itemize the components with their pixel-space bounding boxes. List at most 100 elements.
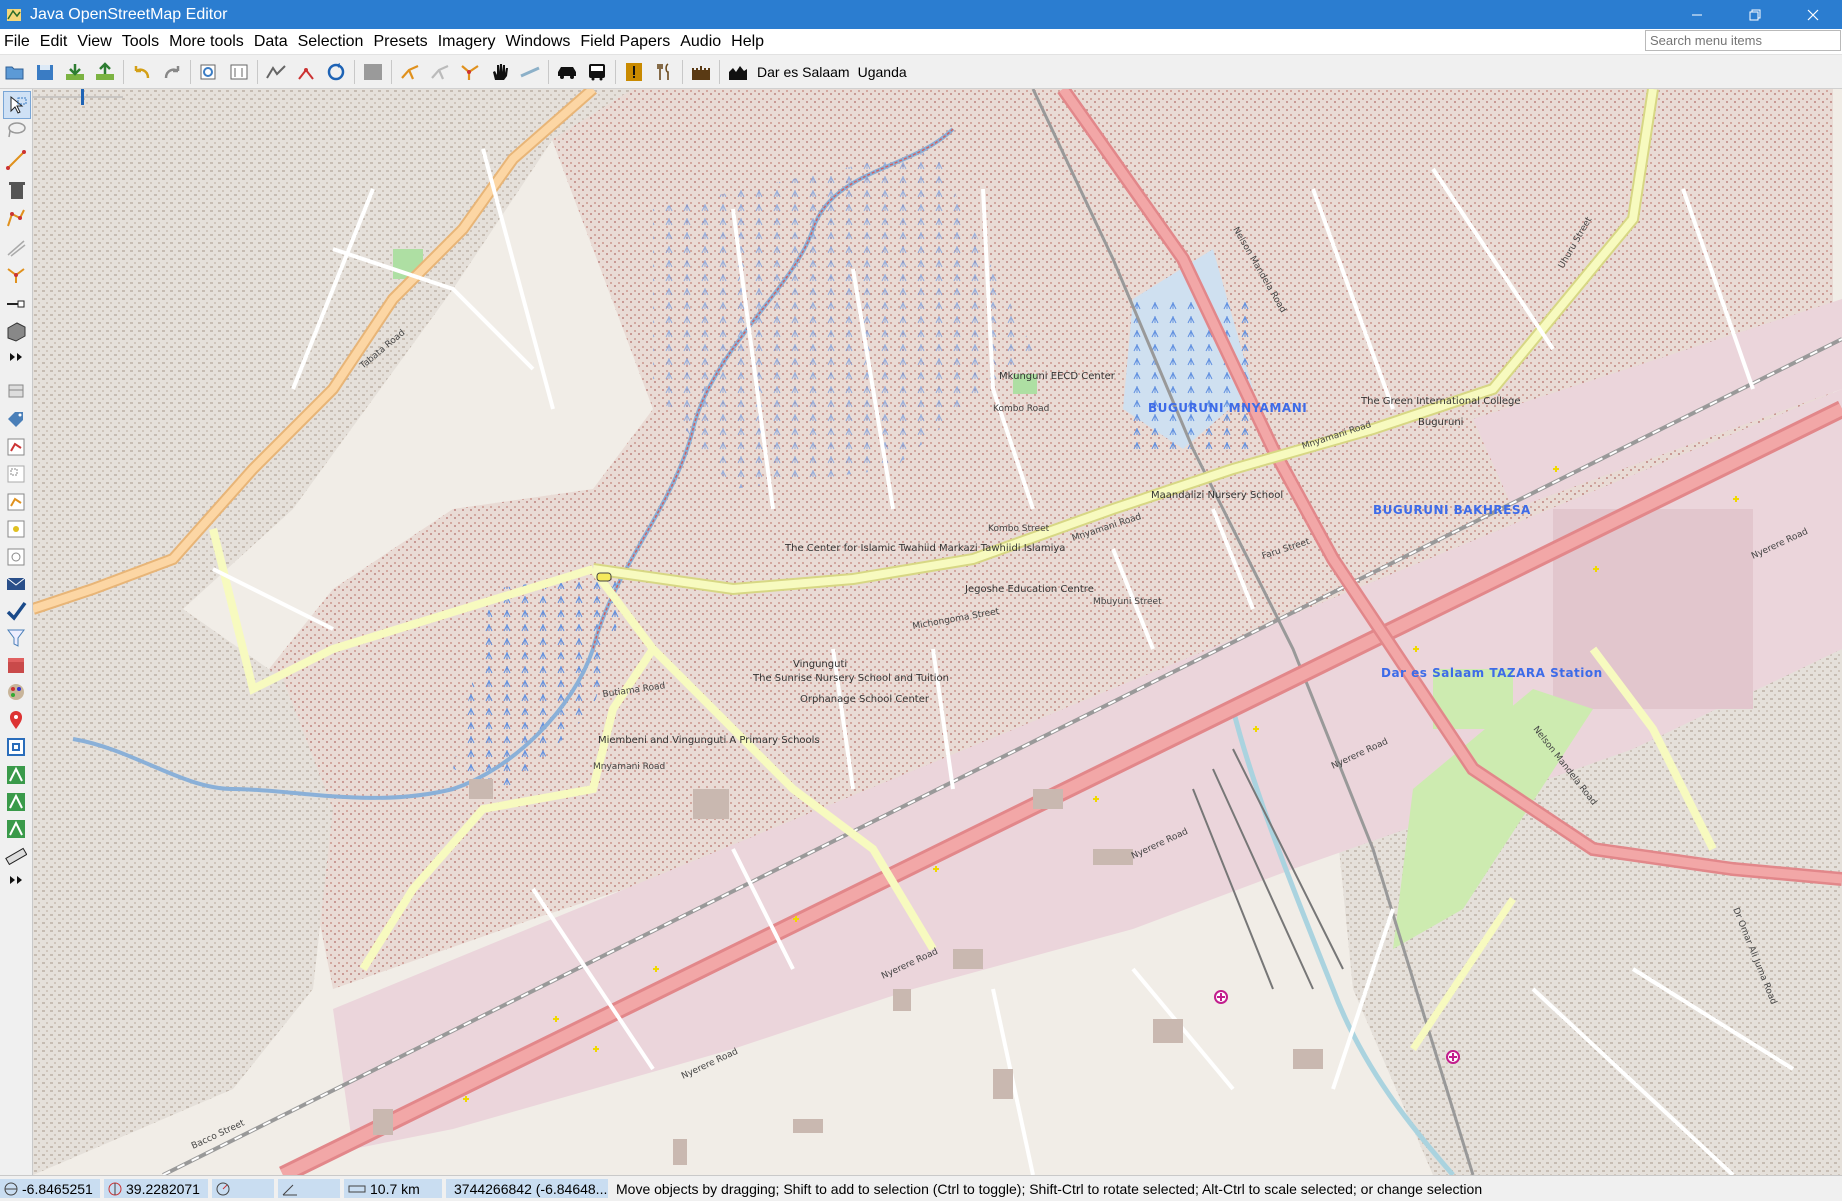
- filter-funnel-button[interactable]: [3, 625, 29, 651]
- latitude-value: -6.8465251: [22, 1180, 93, 1197]
- compass-icon: [216, 1182, 230, 1195]
- line-button[interactable]: [517, 59, 543, 85]
- menu-presets[interactable]: Presets: [368, 33, 432, 51]
- building-mode-button[interactable]: [3, 318, 29, 344]
- hand-button[interactable]: [487, 59, 513, 85]
- redo-button[interactable]: [159, 59, 185, 85]
- zoom-slider[interactable]: [33, 89, 123, 105]
- notes-toggle-button[interactable]: [3, 571, 29, 597]
- menu-tools[interactable]: Tools: [117, 33, 164, 51]
- split-way-button[interactable]: [293, 59, 319, 85]
- filter-toggle-button[interactable]: [3, 489, 29, 515]
- bookmark-dar-es-salaam[interactable]: Dar es Salaam: [757, 64, 850, 80]
- minimize-button[interactable]: [1668, 0, 1726, 29]
- join-button[interactable]: [397, 59, 423, 85]
- more-dialogs-button[interactable]: [3, 867, 29, 893]
- history-toggle-button[interactable]: [3, 516, 29, 542]
- opendata-button-3[interactable]: [3, 816, 29, 842]
- menu-selection[interactable]: Selection: [293, 33, 369, 51]
- merge-button[interactable]: [427, 59, 453, 85]
- opendata-button-2[interactable]: [3, 789, 29, 815]
- lasso-mode-button[interactable]: [3, 117, 29, 143]
- menu-field-papers[interactable]: Field Papers: [575, 33, 675, 51]
- preferences-button[interactable]: [226, 59, 252, 85]
- layers-toggle-button[interactable]: [3, 379, 29, 405]
- road-label-mbuyuni: Mbuyuni Street: [1093, 597, 1162, 607]
- parallel-icon: [7, 240, 26, 257]
- imagery-button[interactable]: [360, 59, 386, 85]
- place-label-vingunguti: Vingunguti: [793, 659, 847, 670]
- tags-toggle-button[interactable]: [3, 407, 29, 433]
- changeset-toggle-button[interactable]: [3, 652, 29, 678]
- castle-preset-button[interactable]: [688, 59, 714, 85]
- bus-preset-button[interactable]: [584, 59, 610, 85]
- download-icon: [66, 63, 84, 80]
- longitude-value: 39.2282071: [126, 1180, 200, 1197]
- split-mode-button[interactable]: [3, 262, 29, 288]
- map-pin-icon: [10, 711, 22, 729]
- menu-audio[interactable]: Audio: [675, 33, 726, 51]
- menu-windows[interactable]: Windows: [500, 33, 575, 51]
- green-map-icon: [7, 793, 25, 811]
- more-modes-button[interactable]: [3, 344, 29, 370]
- envelope-icon: [6, 577, 26, 590]
- poi-label-maandalizi: Maandalizi Nursery School: [1151, 490, 1283, 501]
- road-label-kombo: Kombo Road: [993, 404, 1049, 414]
- menu-data[interactable]: Data: [249, 33, 293, 51]
- improve-way-button[interactable]: [3, 205, 29, 231]
- parallel-way-button[interactable]: [3, 234, 29, 260]
- save-button[interactable]: [32, 59, 58, 85]
- menu-view[interactable]: View: [72, 33, 116, 51]
- zoom-slider-handle[interactable]: [81, 89, 84, 105]
- separate-button[interactable]: [457, 59, 483, 85]
- measure-button[interactable]: [3, 843, 29, 869]
- undo-button[interactable]: [129, 59, 155, 85]
- relation-icon: [7, 438, 25, 456]
- distance-field: 10.7 km: [344, 1179, 442, 1198]
- open-folder-icon: [5, 66, 24, 79]
- map-marker-button[interactable]: [3, 707, 29, 733]
- map-paint-button[interactable]: [3, 679, 29, 705]
- restaurant-preset-button[interactable]: [651, 59, 677, 85]
- station-label-tazara: Dar es Salaam TAZARA Station: [1381, 666, 1603, 680]
- download-button[interactable]: [62, 59, 88, 85]
- conflict-icon: [7, 548, 25, 566]
- delete-mode-button[interactable]: [3, 177, 29, 203]
- select-mode-button[interactable]: [3, 91, 31, 119]
- menu-help[interactable]: Help: [726, 33, 769, 51]
- imagery-icon: [364, 63, 382, 80]
- extrude-mode-button[interactable]: [3, 290, 29, 316]
- validator-toggle-button[interactable]: [3, 598, 29, 624]
- zoom-to-data-button[interactable]: [196, 59, 222, 85]
- open-file-button[interactable]: [2, 59, 28, 85]
- menu-more-tools[interactable]: More tools: [164, 33, 249, 51]
- map-canvas[interactable]: BUGURUNI MNYAMANI BUGURUNI BAKHRESA Dar …: [33, 89, 1842, 1175]
- elevation-button[interactable]: [725, 59, 751, 85]
- map-view[interactable]: BUGURUNI MNYAMANI BUGURUNI BAKHRESA Dar …: [33, 89, 1842, 1175]
- simplify-way-button[interactable]: [263, 59, 289, 85]
- mapillary-button[interactable]: [3, 734, 29, 760]
- car-preset-button[interactable]: [554, 59, 580, 85]
- restore-button[interactable]: [1726, 0, 1784, 29]
- refresh-button[interactable]: [323, 59, 349, 85]
- trash-icon: [9, 182, 25, 199]
- upload-button[interactable]: [92, 59, 118, 85]
- conflict-toggle-button[interactable]: [3, 544, 29, 570]
- menu-imagery[interactable]: Imagery: [433, 33, 501, 51]
- poi-label-orphanage: Orphanage School Center: [800, 694, 930, 705]
- selected-node[interactable]: [596, 572, 612, 582]
- menu-edit[interactable]: Edit: [35, 33, 73, 51]
- join-icon: [401, 64, 419, 79]
- bookmark-uganda[interactable]: Uganda: [858, 64, 907, 80]
- castle-icon: [692, 65, 710, 80]
- menu-search-input[interactable]: [1645, 30, 1841, 51]
- relations-toggle-button[interactable]: [3, 434, 29, 460]
- menu-file[interactable]: File: [0, 33, 35, 51]
- opendata-button-1[interactable]: [3, 762, 29, 788]
- selection-list-button[interactable]: [3, 461, 29, 487]
- draw-mode-button[interactable]: [3, 147, 29, 173]
- close-button[interactable]: [1784, 0, 1842, 29]
- latitude-icon: [4, 1182, 18, 1195]
- longitude-icon: [108, 1182, 122, 1195]
- hazard-preset-button[interactable]: [621, 59, 647, 85]
